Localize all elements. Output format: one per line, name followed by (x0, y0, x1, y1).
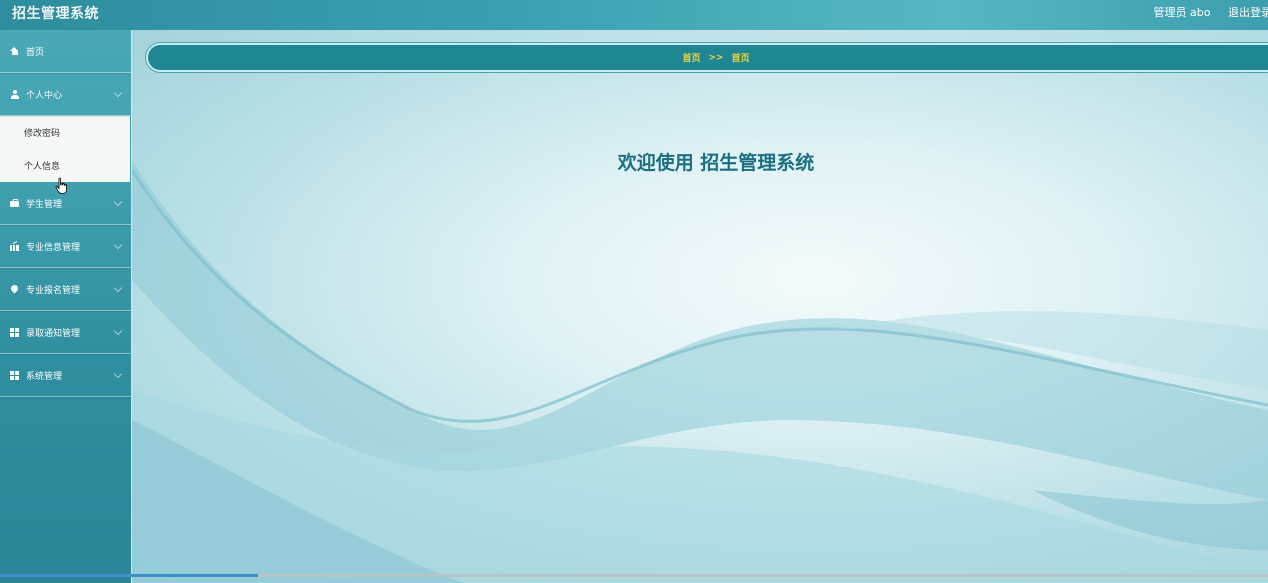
sidebar: 首页 个人中心 修改密码 个人信息 学生管理 专业信息管理 专业报名管理 录取通… (0, 30, 131, 583)
welcome-heading: 欢迎使用 招生管理系统 (617, 152, 815, 174)
sidebar-item-system-management[interactable]: 系统管理 (0, 354, 131, 397)
chevron-down-icon (113, 197, 123, 207)
sidebar-item-admission-notice-management[interactable]: 录取通知管理 (0, 311, 131, 354)
sidebar-item-major-info-management[interactable]: 专业信息管理 (0, 225, 131, 268)
breadcrumb-current: 首页 (731, 54, 750, 64)
header-user-area: 管理员 abo 退出登录 (1140, 4, 1268, 20)
sidebar-item-label: 专业信息管理 (26, 242, 81, 253)
sidebar-item-label: 系统管理 (26, 371, 63, 382)
user-icon (10, 89, 19, 99)
sidebar-item-label: 首页 (26, 47, 45, 58)
sidebar-item-label: 学生管理 (26, 199, 63, 210)
top-header: 招生管理系统 管理员 abo 退出登录 (0, 0, 1268, 30)
chart-icon (10, 242, 19, 251)
app-title: 招生管理系统 (12, 6, 99, 22)
submenu-item-change-password[interactable]: 修改密码 (0, 116, 130, 149)
breadcrumb-home-link[interactable]: 首页 (682, 51, 700, 64)
sidebar-item-major-registration-management[interactable]: 专业报名管理 (0, 268, 131, 311)
grid-icon (10, 370, 19, 380)
chevron-down-icon (113, 240, 123, 250)
app-window: 招生管理系统 管理员 abo 退出登录 首页 个人中心 修改密码 个人信息 学生… (0, 0, 1268, 583)
briefcase-icon (10, 198, 19, 208)
home-icon (10, 46, 19, 56)
pin-icon (10, 285, 19, 294)
breadcrumb-separator: >> (708, 52, 724, 63)
breadcrumb: 首页 >> 首页 (146, 43, 1268, 72)
sidebar-item-personal-center[interactable]: 个人中心 (0, 73, 131, 116)
chevron-down-icon (113, 369, 123, 379)
logout-link[interactable]: 退出登录 (1228, 6, 1268, 19)
sidebar-item-label: 录取通知管理 (26, 328, 81, 339)
admin-user-label: 管理员 abo (1153, 6, 1211, 19)
sidebar-item-home[interactable]: 首页 (0, 30, 131, 73)
hand-pointer-cursor-icon (55, 177, 67, 194)
grid-icon (10, 327, 19, 337)
horizontal-scrollbar-thumb[interactable] (0, 574, 258, 577)
sidebar-item-label: 个人中心 (26, 90, 63, 101)
personal-center-submenu: 修改密码 个人信息 (0, 116, 130, 182)
chevron-down-icon (113, 326, 123, 336)
chevron-down-icon (113, 88, 123, 98)
main-content: 首页 >> 首页 欢迎使用 招生管理系统 (132, 30, 1268, 583)
chevron-down-icon (113, 283, 123, 293)
background-wave-image (132, 160, 1268, 583)
sidebar-item-label: 专业报名管理 (26, 285, 81, 296)
